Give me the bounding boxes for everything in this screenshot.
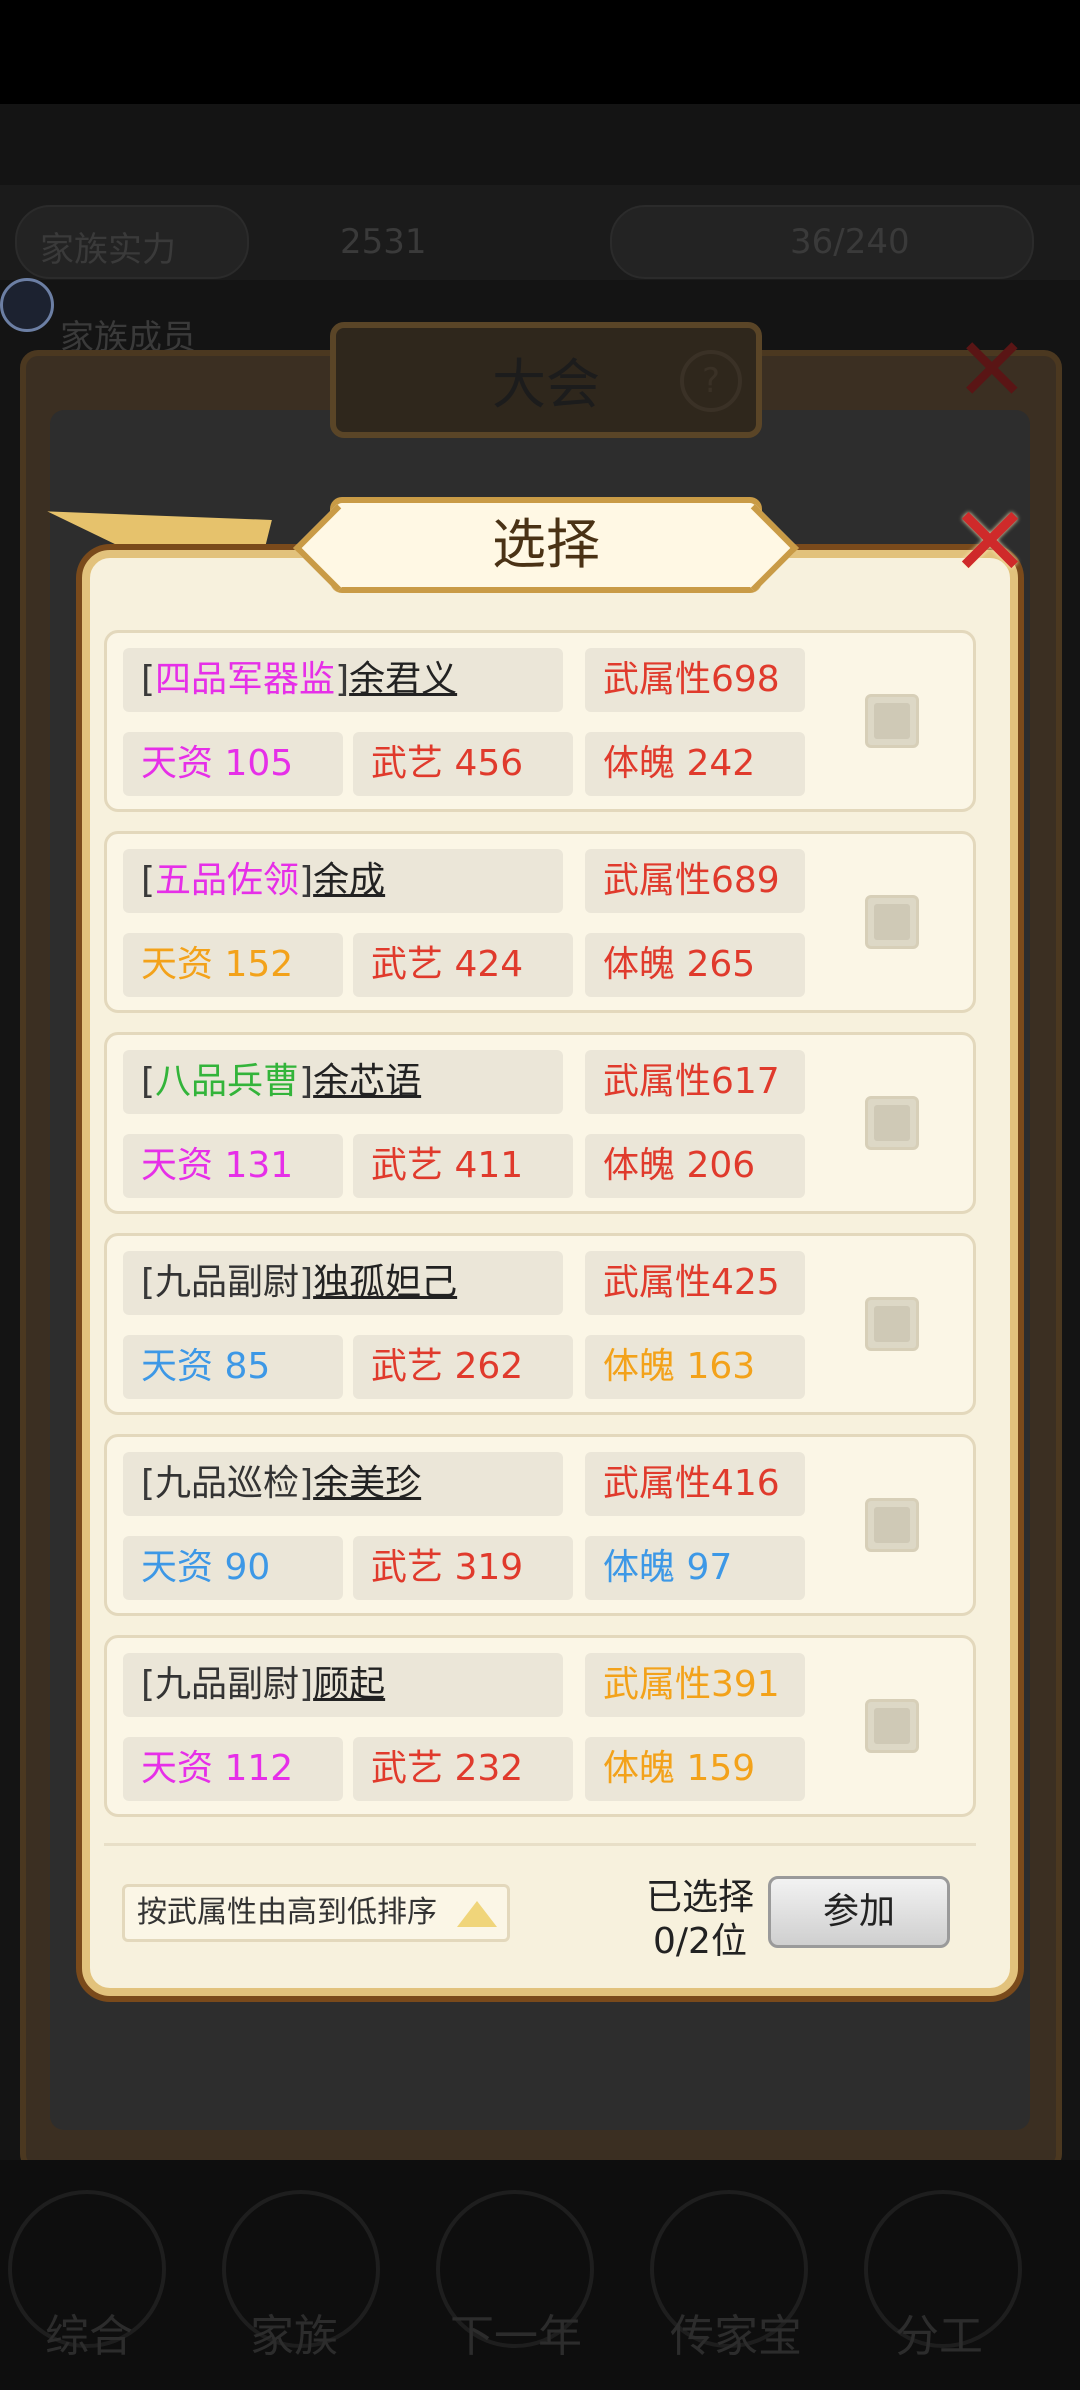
candidate-rank: 九品副尉: [155, 1262, 300, 1303]
candidate-skill: 武艺 411: [353, 1134, 573, 1198]
candidate-aptitude: 天资 85: [123, 1335, 343, 1399]
candidate-card[interactable]: [九品副尉]顾起 武属性391 天资 112 武艺 232 体魄 159: [104, 1635, 976, 1817]
candidate-skill: 武艺 262: [353, 1335, 573, 1399]
select-checkbox[interactable]: [865, 1699, 919, 1753]
hud-members-value: 36/240: [790, 222, 910, 262]
candidate-card[interactable]: [四品军器监]余君义 武属性698 天资 105 武艺 456 体魄 242: [104, 630, 976, 812]
candidate-physique: 体魄 163: [585, 1335, 805, 1399]
candidate-name-cell: [四品军器监]余君义: [123, 648, 563, 712]
sort-label: 按武属性由高到低排序: [137, 1895, 437, 1930]
candidate-skill: 武艺 319: [353, 1536, 573, 1600]
bracket-close: ]: [299, 1463, 314, 1504]
nav-general[interactable]: 综合: [45, 2300, 133, 2364]
bracket-close: ]: [299, 1262, 314, 1303]
candidate-skill: 武艺 456: [353, 732, 573, 796]
candidate-card[interactable]: [九品副尉]独孤妲己 武属性425 天资 85 武艺 262 体魄 163: [104, 1233, 976, 1415]
candidate-card[interactable]: [九品巡检]余美珍 武属性416 天资 90 武艺 319 体魄 97: [104, 1434, 976, 1616]
candidate-physique: 体魄 159: [585, 1737, 805, 1801]
candidate-physique: 体魄 97: [585, 1536, 805, 1600]
candidate-physique: 体魄 242: [585, 732, 805, 796]
bracket-close: ]: [335, 659, 350, 700]
hud-power-value: 2531: [340, 222, 427, 262]
candidate-aptitude: 天资 152: [123, 933, 343, 997]
nav-heirloom[interactable]: 传家宝: [670, 2300, 802, 2364]
select-checkbox[interactable]: [865, 694, 919, 748]
candidate-physique: 体魄 206: [585, 1134, 805, 1198]
bracket-open: [: [141, 1664, 156, 1705]
select-checkbox[interactable]: [865, 1498, 919, 1552]
candidate-name-link[interactable]: 独孤妲己: [313, 1262, 457, 1303]
dialog-title: 选择: [492, 513, 600, 576]
candidate-name-cell: [九品副尉]顾起: [123, 1653, 563, 1717]
candidate-name-link[interactable]: 余美珍: [313, 1463, 421, 1504]
candidate-attr: 武属性391: [585, 1653, 805, 1717]
bracket-close: ]: [299, 860, 314, 901]
nav-division[interactable]: 分工: [895, 2300, 983, 2364]
candidate-physique: 体魄 265: [585, 933, 805, 997]
candidate-rank: 九品巡检: [155, 1463, 300, 1504]
candidate-name-cell: [九品巡检]余美珍: [123, 1452, 563, 1516]
candidate-aptitude: 天资 112: [123, 1737, 343, 1801]
candidate-name-link[interactable]: 余成: [313, 860, 385, 901]
candidate-skill: 武艺 424: [353, 933, 573, 997]
sort-button[interactable]: 按武属性由高到低排序: [122, 1884, 510, 1942]
candidate-list[interactable]: [四品军器监]余君义 武属性698 天资 105 武艺 456 体魄 242 [五品佐领]…: [104, 630, 976, 1840]
candidate-aptitude: 天资 90: [123, 1536, 343, 1600]
help-icon[interactable]: ?: [680, 350, 742, 412]
nav-next-year[interactable]: 下一年: [450, 2300, 582, 2364]
bracket-open: [: [141, 1262, 156, 1303]
bracket-open: [: [141, 1061, 156, 1102]
candidate-name-link[interactable]: 顾起: [313, 1664, 385, 1705]
candidate-name-link[interactable]: 余君义: [349, 659, 457, 700]
candidate-attr: 武属性416: [585, 1452, 805, 1516]
select-checkbox[interactable]: [865, 1297, 919, 1351]
candidate-attr: 武属性617: [585, 1050, 805, 1114]
bracket-open: [: [141, 860, 156, 901]
candidate-card[interactable]: [五品佐领]余成 武属性689 天资 152 武艺 424 体魄 265: [104, 831, 976, 1013]
candidate-attr: 武属性698: [585, 648, 805, 712]
candidate-rank: 八品兵曹: [155, 1061, 300, 1102]
bracket-open: [: [141, 1463, 156, 1504]
candidate-name-cell: [五品佐领]余成: [123, 849, 563, 913]
chat-bubble-icon[interactable]: [0, 278, 54, 332]
bracket-close: ]: [299, 1664, 314, 1705]
close-button[interactable]: ✕: [945, 492, 1035, 592]
candidate-rank: 五品佐领: [155, 860, 300, 901]
candidate-rank: 四品军器监: [155, 659, 336, 700]
candidate-skill: 武艺 232: [353, 1737, 573, 1801]
hud-power-label: 家族实力: [40, 230, 176, 270]
candidate-name-link[interactable]: 余芯语: [313, 1061, 421, 1102]
candidate-name-cell: [九品副尉]独孤妲己: [123, 1251, 563, 1315]
outer-close-icon[interactable]: ✕: [955, 318, 1045, 421]
bracket-close: ]: [299, 1061, 314, 1102]
join-button[interactable]: 参加: [768, 1876, 950, 1948]
bracket-open: [: [141, 659, 156, 700]
candidate-card[interactable]: [八品兵曹]余芯语 武属性617 天资 131 武艺 411 体魄 206: [104, 1032, 976, 1214]
selected-count: 0/2位: [653, 1921, 747, 1962]
candidate-aptitude: 天资 105: [123, 732, 343, 796]
sort-up-arrow-icon: [457, 1901, 497, 1927]
candidate-name-cell: [八品兵曹]余芯语: [123, 1050, 563, 1114]
candidate-attr: 武属性689: [585, 849, 805, 913]
status-bar: [0, 0, 1080, 104]
list-divider: [104, 1843, 976, 1846]
select-checkbox[interactable]: [865, 895, 919, 949]
candidate-aptitude: 天资 131: [123, 1134, 343, 1198]
nav-family[interactable]: 家族: [250, 2300, 338, 2364]
select-checkbox[interactable]: [865, 1096, 919, 1150]
candidate-attr: 武属性425: [585, 1251, 805, 1315]
candidate-rank: 九品副尉: [155, 1664, 300, 1705]
